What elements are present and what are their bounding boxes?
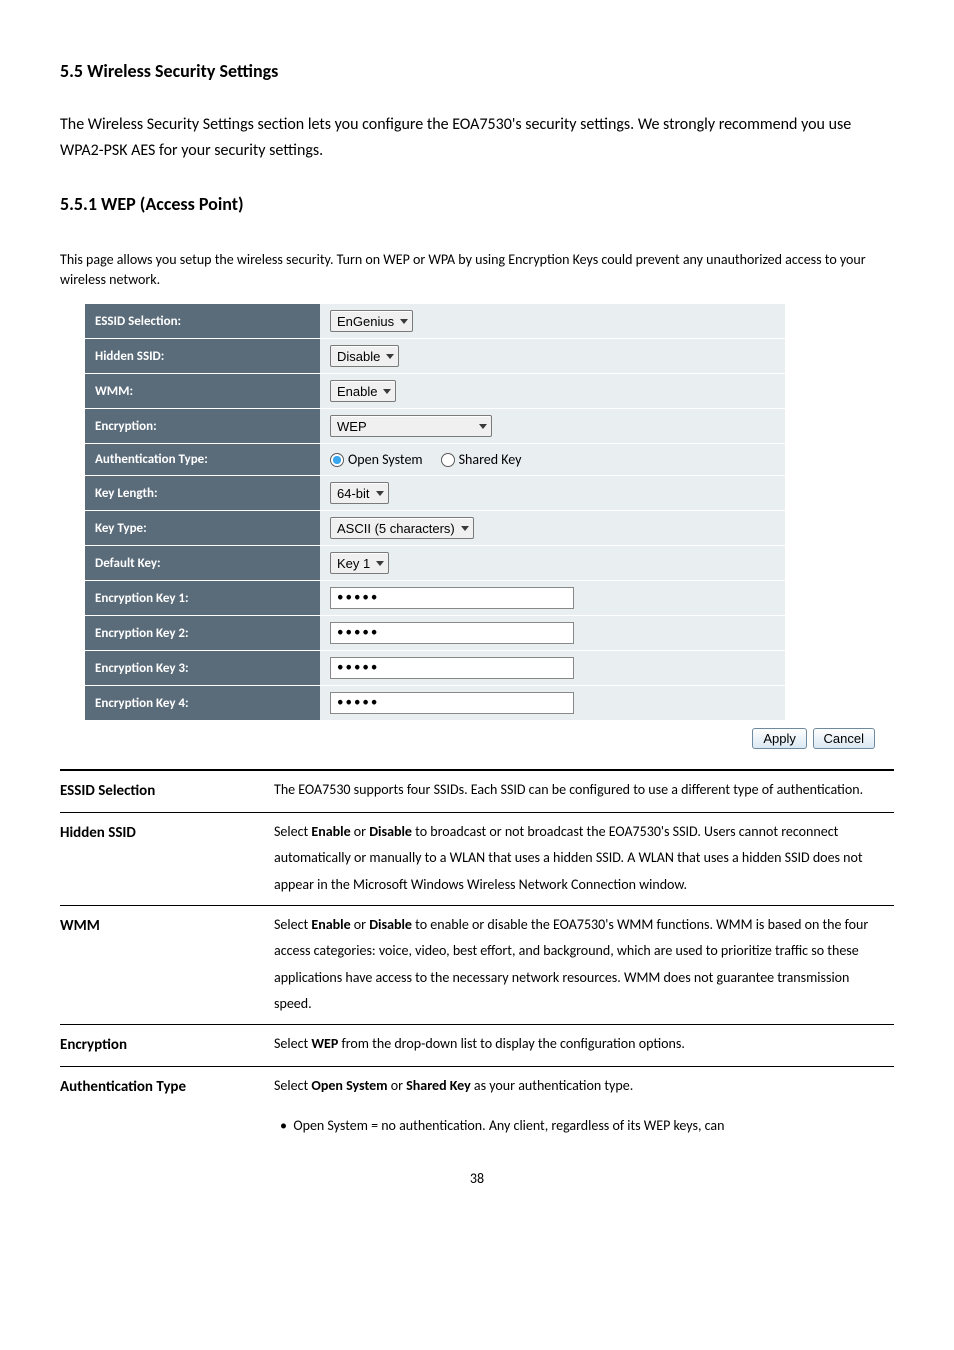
cancel-button[interactable]: Cancel xyxy=(813,728,875,749)
desc-term-wmm: WMM xyxy=(60,905,274,1024)
input-key-1[interactable]: ••••• xyxy=(330,587,574,609)
button-row: Apply Cancel xyxy=(85,728,875,749)
desc-row-encryption: Encryption Select WEP from the drop-down… xyxy=(60,1025,894,1067)
input-key-3[interactable]: ••••• xyxy=(330,657,574,679)
settings-screenshot: ESSID Selection: EnGenius Hidden SSID: D… xyxy=(85,304,785,720)
description-table: ESSID Selection The EOA7530 supports fou… xyxy=(60,769,894,1145)
chevron-down-icon xyxy=(383,389,391,394)
label-hidden-ssid: Hidden SSID: xyxy=(85,339,320,373)
desc-row-essid: ESSID Selection The EOA7530 supports fou… xyxy=(60,770,894,812)
select-default-key-value: Key 1 xyxy=(337,556,370,571)
radio-empty-icon xyxy=(441,453,455,467)
label-key-4: Encryption Key 4: xyxy=(85,686,320,720)
select-default-key[interactable]: Key 1 xyxy=(330,552,389,574)
label-auth-type: Authentication Type: xyxy=(85,444,320,475)
row-key-length: Key Length: 64-bit xyxy=(85,476,785,510)
desc-term-essid: ESSID Selection xyxy=(60,770,274,812)
chevron-down-icon xyxy=(479,424,487,429)
radio-shared-key[interactable]: Shared Key xyxy=(441,451,522,468)
label-key-length: Key Length: xyxy=(85,476,320,510)
select-encryption[interactable]: WEP xyxy=(330,415,492,437)
row-auth-type: Authentication Type: Open System Shared … xyxy=(85,444,785,475)
desc-text-wmm: Select Enable or Disable to enable or di… xyxy=(274,905,894,1024)
label-key-2: Encryption Key 2: xyxy=(85,616,320,650)
desc-text-essid: The EOA7530 supports four SSIDs. Each SS… xyxy=(274,770,894,812)
select-encryption-value: WEP xyxy=(337,419,367,434)
radio-open-system[interactable]: Open System xyxy=(330,451,423,468)
chevron-down-icon xyxy=(376,491,384,496)
page-number: 38 xyxy=(0,1170,954,1187)
desc-text-hidden: Select Enable or Disable to broadcast or… xyxy=(274,812,894,905)
chevron-down-icon xyxy=(461,526,469,531)
section-heading: 5.5 Wireless Security Settings xyxy=(60,60,894,82)
desc-term-hidden: Hidden SSID xyxy=(60,812,274,905)
label-key-3: Encryption Key 3: xyxy=(85,651,320,685)
row-wmm: WMM: Enable xyxy=(85,374,785,408)
chevron-down-icon xyxy=(386,354,394,359)
desc-row-hidden: Hidden SSID Select Enable or Disable to … xyxy=(60,812,894,905)
select-key-type-value: ASCII (5 characters) xyxy=(337,521,455,536)
radio-selected-icon xyxy=(330,453,344,467)
intro-paragraph: The Wireless Security Settings section l… xyxy=(60,112,894,163)
select-key-length-value: 64-bit xyxy=(337,486,370,501)
input-key-2[interactable]: ••••• xyxy=(330,622,574,644)
select-wmm-value: Enable xyxy=(337,384,377,399)
row-default-key: Default Key: Key 1 xyxy=(85,546,785,580)
radio-open-system-label: Open System xyxy=(348,451,423,468)
select-wmm[interactable]: Enable xyxy=(330,380,396,402)
desc-term-auth: Authentication Type xyxy=(60,1066,274,1146)
row-hidden-ssid: Hidden SSID: Disable xyxy=(85,339,785,373)
desc-text-encryption: Select WEP from the drop-down list to di… xyxy=(274,1025,894,1067)
desc-text-auth: Select Open System or Shared Key as your… xyxy=(274,1066,894,1146)
row-key-3: Encryption Key 3: ••••• xyxy=(85,651,785,685)
input-key-4[interactable]: ••••• xyxy=(330,692,574,714)
subsection-heading: 5.5.1 WEP (Access Point) xyxy=(60,193,894,215)
select-key-length[interactable]: 64-bit xyxy=(330,482,389,504)
settings-table: ESSID Selection: EnGenius Hidden SSID: D… xyxy=(85,304,785,720)
row-key-2: Encryption Key 2: ••••• xyxy=(85,616,785,650)
page-note: This page allows you setup the wireless … xyxy=(60,250,894,289)
select-key-type[interactable]: ASCII (5 characters) xyxy=(330,517,474,539)
select-essid[interactable]: EnGenius xyxy=(330,310,413,332)
chevron-down-icon xyxy=(400,319,408,324)
row-key-4: Encryption Key 4: ••••• xyxy=(85,686,785,720)
row-key-1: Encryption Key 1: ••••• xyxy=(85,581,785,615)
select-hidden-ssid[interactable]: Disable xyxy=(330,345,399,367)
label-encryption: Encryption: xyxy=(85,409,320,443)
row-encryption: Encryption: WEP xyxy=(85,409,785,443)
select-essid-value: EnGenius xyxy=(337,314,394,329)
label-wmm: WMM: xyxy=(85,374,320,408)
chevron-down-icon xyxy=(376,561,384,566)
label-default-key: Default Key: xyxy=(85,546,320,580)
desc-term-encryption: Encryption xyxy=(60,1025,274,1067)
label-key-type: Key Type: xyxy=(85,511,320,545)
row-key-type: Key Type: ASCII (5 characters) xyxy=(85,511,785,545)
select-hidden-ssid-value: Disable xyxy=(337,349,380,364)
row-essid: ESSID Selection: EnGenius xyxy=(85,304,785,338)
desc-row-wmm: WMM Select Enable or Disable to enable o… xyxy=(60,905,894,1024)
label-key-1: Encryption Key 1: xyxy=(85,581,320,615)
label-essid: ESSID Selection: xyxy=(85,304,320,338)
radio-shared-key-label: Shared Key xyxy=(459,451,522,468)
desc-row-auth: Authentication Type Select Open System o… xyxy=(60,1066,894,1146)
apply-button[interactable]: Apply xyxy=(752,728,807,749)
